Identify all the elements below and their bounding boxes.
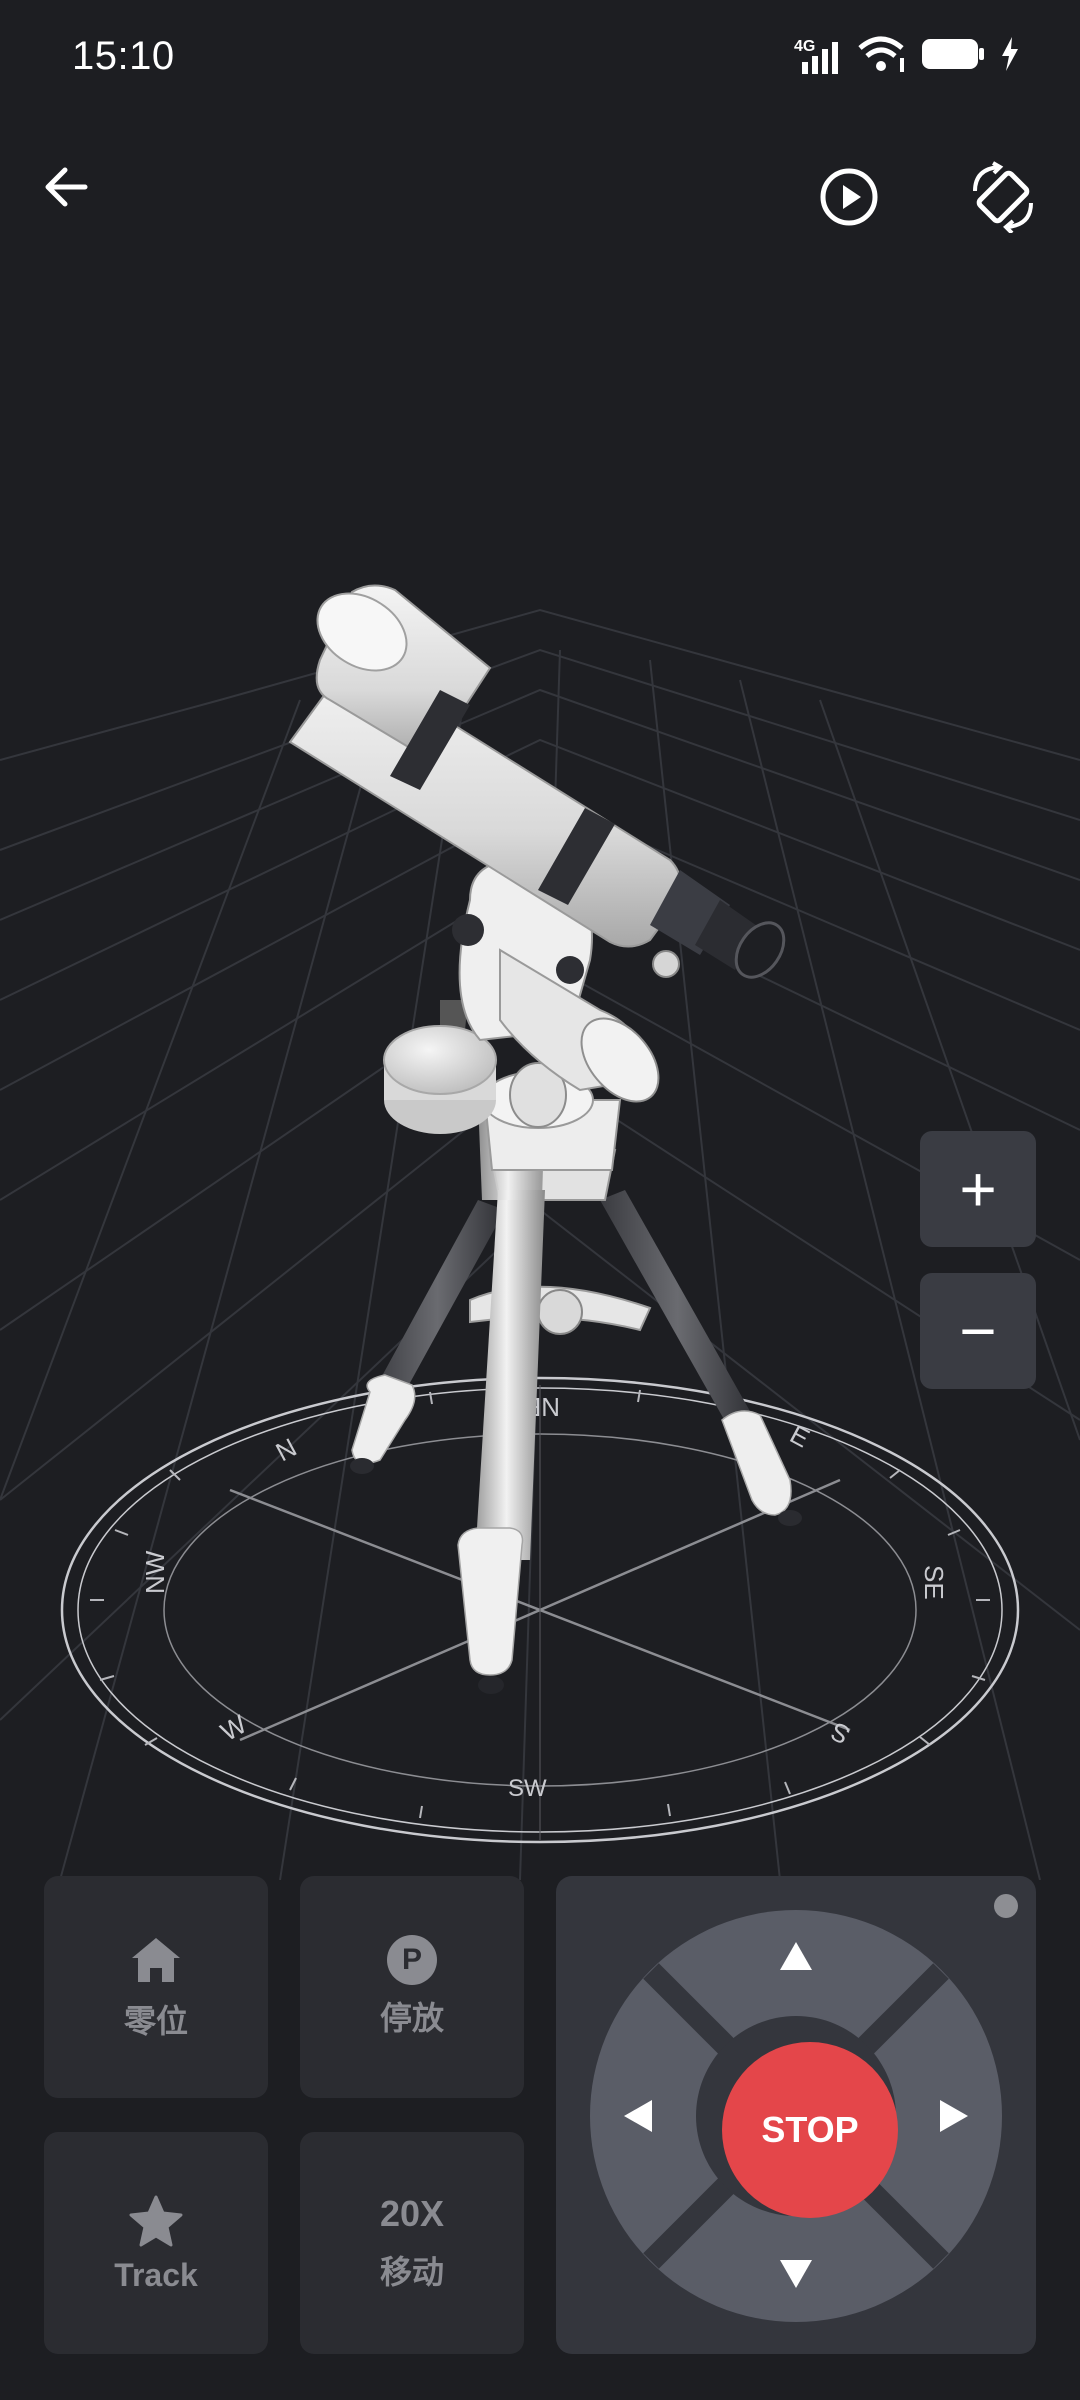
home-label: 零位 — [123, 2003, 188, 2039]
zoom-in-label: + — [959, 1153, 997, 1225]
compass-n: N — [271, 1432, 302, 1467]
telescope-model — [288, 584, 802, 1694]
parking-icon: P — [387, 1935, 437, 1985]
compass-se: SE — [919, 1565, 949, 1600]
play-icon — [820, 168, 878, 226]
scene-canvas: N NE E SE S SW W NW — [0, 584, 1080, 1881]
play-button[interactable] — [804, 152, 894, 242]
arrow-right-icon — [940, 2100, 968, 2132]
back-button[interactable] — [22, 142, 112, 232]
compass-sw: SW — [508, 1775, 547, 1802]
arrow-down-icon — [780, 2260, 812, 2288]
zoom-out-label: − — [959, 1295, 997, 1367]
parking-glyph: P — [401, 1943, 422, 1976]
compass-nw: NW — [140, 1550, 170, 1594]
park-button[interactable]: P 停放 — [300, 1876, 524, 2098]
move-right-button[interactable] — [914, 2076, 994, 2156]
move-speed-button[interactable]: 20X 移动 — [300, 2132, 524, 2354]
status-time: 15:10 — [72, 34, 175, 78]
speed-value: 20X — [379, 2193, 445, 2234]
wifi-icon — [856, 34, 906, 79]
zoom-in-button[interactable]: + — [920, 1131, 1036, 1247]
home-position-button[interactable]: 零位 — [44, 1876, 268, 2098]
arrow-left-icon — [624, 2100, 652, 2132]
screen-rotate-icon — [973, 161, 1033, 233]
status-bar: 15:10 4G — [0, 0, 1080, 120]
move-left-button[interactable] — [598, 2076, 678, 2156]
zoom-out-button[interactable]: − — [920, 1273, 1036, 1389]
compass-w: W — [215, 1709, 252, 1747]
status-icons: 4G — [794, 34, 1020, 78]
compass-e: E — [785, 1419, 814, 1454]
compass-labels: N NE E SE S SW W NW — [140, 1392, 949, 1802]
back-arrow-icon — [45, 167, 88, 207]
compass-ring — [60, 1376, 1020, 1844]
screen-rotate-button[interactable] — [958, 152, 1048, 242]
charging-icon — [1000, 36, 1020, 76]
stop-button[interactable]: STOP — [722, 2042, 898, 2218]
battery-icon — [920, 34, 986, 79]
move-down-button[interactable] — [756, 2234, 836, 2314]
signal-icon: 4G — [794, 36, 842, 76]
direction-pad: STOP — [556, 1876, 1036, 2354]
home-icon — [130, 1932, 182, 1988]
arrow-up-icon — [780, 1942, 812, 1970]
telescope-3d-view[interactable]: N NE E SE S SW W NW — [0, 0, 1080, 1881]
stop-label: STOP — [761, 2109, 859, 2150]
track-button[interactable]: Track — [44, 2132, 268, 2354]
park-label: 停放 — [379, 2000, 444, 2036]
star-icon — [129, 2193, 183, 2249]
track-label: Track — [114, 2256, 198, 2293]
speed-label: 移动 — [379, 2254, 444, 2290]
move-up-button[interactable] — [756, 1916, 836, 1996]
